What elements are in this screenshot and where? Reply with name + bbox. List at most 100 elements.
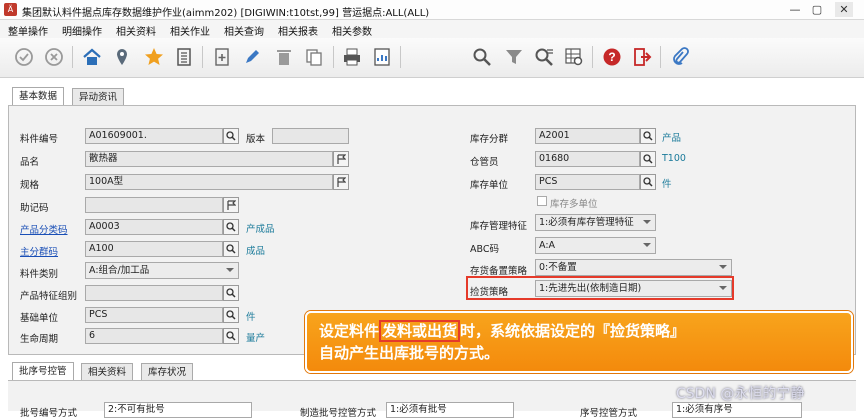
lot-method-field[interactable]: 2:不可有批号 [104, 402, 252, 418]
tab-inventory-status[interactable]: 库存状况 [141, 363, 194, 381]
mnemonic-field[interactable] [85, 197, 223, 213]
tab-basic-data[interactable]: 基本数据 [12, 87, 65, 106]
version-field[interactable] [272, 128, 349, 144]
base-unit-label: 基础单位 [20, 313, 59, 324]
favorite-star-icon[interactable] [142, 45, 166, 69]
maximize-button[interactable]: ▢ [808, 2, 826, 17]
mfg-lot-field[interactable]: 1:必须有批号 [386, 402, 514, 418]
main-class-link[interactable]: 主分群码 [20, 244, 58, 258]
menu-item[interactable]: 相关查询 [224, 23, 264, 38]
feature-group-label: 产品特征组别 [20, 291, 78, 302]
item-no-label: 料件编号 [20, 134, 59, 145]
tab-lot-serial[interactable]: 批序号控管 [12, 362, 74, 381]
item-no-field[interactable]: A01609001. [85, 128, 223, 144]
lifecycle-label: 生命周期 [20, 334, 59, 345]
lookup-icon[interactable] [223, 128, 239, 144]
lookup-icon[interactable] [640, 128, 656, 144]
product-class-link[interactable]: 产品分类码 [20, 222, 68, 236]
location-icon[interactable] [110, 45, 134, 69]
advanced-search-icon[interactable] [532, 45, 556, 69]
lookup-icon[interactable] [223, 241, 239, 257]
mnemonic-label: 助记码 [20, 203, 49, 214]
pick-policy-value: 1:先进先出(依制造日期) [539, 283, 642, 294]
close-button[interactable]: ✕ [835, 2, 853, 17]
watermark-text: CSDN @永恒的宁静 [676, 386, 805, 402]
chevron-down-icon [643, 243, 651, 247]
chevron-down-icon [643, 220, 651, 224]
multi-unit-label: 库存多单位 [550, 199, 598, 210]
main-class-desc: 成品 [246, 246, 266, 257]
multi-unit-checkbox[interactable] [537, 196, 547, 206]
window-title: 集团默认料件据点库存数据维护作业(aimm202) [DIGIWIN:t10ts… [22, 8, 430, 19]
lookup-icon[interactable] [223, 219, 239, 235]
void-icon[interactable] [42, 45, 66, 69]
menu-item[interactable]: 相关参数 [332, 23, 372, 38]
callout-line2: 自动产生出库批号的方式。 [319, 344, 500, 362]
tab-change-info[interactable]: 异动资讯 [72, 88, 125, 106]
tab-related-data[interactable]: 相关资料 [81, 363, 134, 381]
lookup-icon[interactable] [223, 285, 239, 301]
base-unit-field[interactable]: PCS [85, 307, 223, 323]
stock-policy-select[interactable]: 0:不备置 [535, 259, 732, 276]
main-class-field[interactable]: A100 [85, 241, 223, 257]
edit-pencil-icon[interactable] [240, 45, 264, 69]
spec-field[interactable]: 100A型 [85, 174, 333, 190]
lookup-icon[interactable] [640, 174, 656, 190]
multilang-flag-icon[interactable] [333, 174, 349, 190]
report-icon[interactable] [370, 45, 394, 69]
attachment-icon[interactable] [668, 45, 692, 69]
exit-icon[interactable] [630, 45, 654, 69]
base-unit-desc: 件 [246, 312, 256, 323]
menu-item[interactable]: 相关资料 [116, 23, 156, 38]
menu-item[interactable]: 整单操作 [8, 23, 48, 38]
help-icon[interactable]: ? [600, 45, 624, 69]
pick-policy-select[interactable]: 1:先进先出(依制造日期) [535, 280, 732, 297]
add-icon[interactable] [210, 45, 234, 69]
inv-unit-field[interactable]: PCS [535, 174, 640, 190]
item-type-select[interactable]: A:组合/加工品 [85, 262, 239, 279]
query-grid-icon[interactable] [562, 45, 586, 69]
print-icon[interactable] [340, 45, 364, 69]
mfg-lot-label: 制造批号控管方式 [300, 408, 377, 419]
filter-icon[interactable] [502, 45, 526, 69]
lookup-icon[interactable] [223, 328, 239, 344]
serial-method-field[interactable]: 1:必须有序号 [672, 402, 802, 418]
menu-item[interactable]: 相关报表 [278, 23, 318, 38]
product-class-field[interactable]: A0003 [85, 219, 223, 235]
feature-group-field[interactable] [85, 285, 223, 301]
stock-policy-value: 0:不备置 [539, 262, 577, 273]
menu-item[interactable]: 明细操作 [62, 23, 102, 38]
inv-group-desc: 产品 [662, 133, 682, 144]
lookup-icon[interactable] [640, 151, 656, 167]
item-type-value: A:组合/加工品 [89, 265, 150, 276]
copy-icon[interactable] [302, 45, 326, 69]
inv-group-field[interactable]: A2001 [535, 128, 640, 144]
multilang-flag-icon[interactable] [333, 151, 349, 167]
inv-group-label: 库存分群 [470, 134, 509, 145]
confirm-icon[interactable] [12, 45, 36, 69]
callout-line1: 设定料件 发料或出货 时，系统依据设定的『捡货策略』 [319, 320, 839, 342]
lifecycle-field[interactable]: 6 [85, 328, 223, 344]
search-icon[interactable] [470, 45, 494, 69]
keeper-field[interactable]: 01680 [535, 151, 640, 167]
callout-highlight-text: 发料或出货 [379, 320, 461, 342]
menu-item[interactable]: 相关作业 [170, 23, 210, 38]
lookup-icon[interactable] [223, 307, 239, 323]
toolbar: ? [0, 38, 864, 78]
feature-mgmt-select[interactable]: 1:必须有库存管理特征 [535, 214, 656, 231]
toolbar-separator [202, 46, 203, 68]
name-field[interactable]: 散热器 [85, 151, 333, 167]
minimize-button[interactable]: — [786, 2, 804, 17]
abc-select[interactable]: A:A [535, 237, 656, 254]
inv-unit-label: 库存单位 [470, 180, 509, 191]
item-type-label: 料件类别 [20, 269, 59, 280]
multilang-flag-icon[interactable] [223, 197, 239, 213]
list-icon[interactable] [172, 45, 196, 69]
toolbar-separator [400, 46, 401, 68]
stock-policy-label: 存货备置策略 [470, 266, 528, 277]
delete-trash-icon[interactable] [272, 45, 296, 69]
lifecycle-desc: 量产 [246, 333, 266, 344]
product-class-desc: 产成品 [246, 224, 275, 235]
feature-mgmt-label: 库存管理特征 [470, 221, 528, 232]
home-icon[interactable] [80, 45, 104, 69]
